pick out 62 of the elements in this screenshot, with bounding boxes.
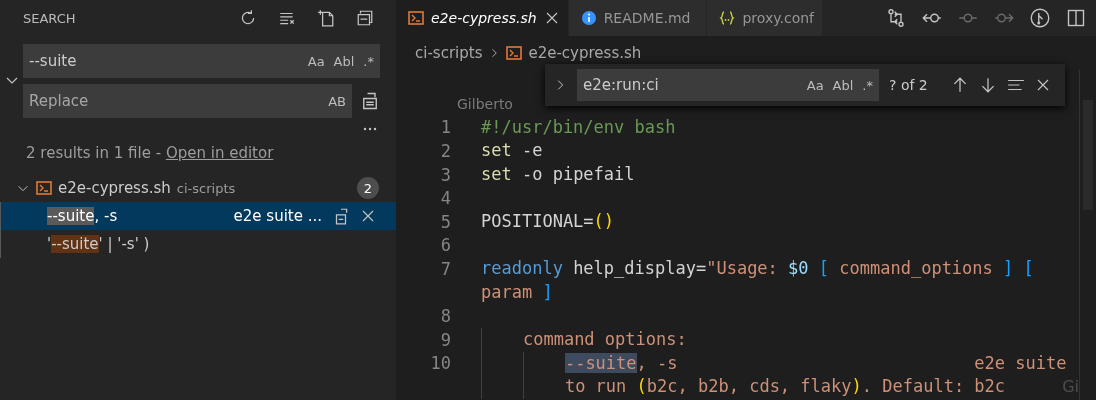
git-icon[interactable] [1030,8,1050,28]
arrow-down-icon[interactable] [979,76,997,94]
code-line: set -e [481,139,543,163]
refresh-icon[interactable] [239,9,257,27]
result-match-row[interactable]: '--suite' | '-s' ) [0,230,396,258]
line-number: 9 [439,329,451,350]
results-summary: 2 results in 1 file - [26,144,163,162]
new-file-icon[interactable] [317,9,335,27]
line-number: 4 [439,188,451,209]
braces-file-icon [719,10,736,26]
line-number: 8 [439,306,451,327]
line-number: 1 [439,117,451,138]
code-line: #!/usr/bin/env bash [481,115,676,139]
match-preview-text: e2e suite ... [233,207,322,225]
match-count-badge: 2 [357,177,379,199]
code-line: param ] [481,280,553,304]
code-line: command options: [481,327,687,352]
line-number: 6 [439,235,451,256]
panel-title: SEARCH [23,10,77,26]
editor-tab[interactable]: e2e-cypress.sh [396,0,569,36]
match-text: --suite, -s [47,207,118,225]
close-icon[interactable] [1035,77,1051,93]
match-text: '--suite' | '-s' ) [47,235,150,253]
code-line: --suite, -s e2e suite [481,351,1067,376]
open-in-editor-link[interactable]: Open in editor [165,144,274,162]
match-count: ? of 2 [889,77,928,93]
terminal-file-icon [36,180,52,196]
find-field[interactable]: e2e:run:ci Aa Abl .* [577,69,879,101]
editor-tab[interactable]: proxy.conf [707,0,824,36]
code-line: readonly help_display="Usage: $0 [ command_options ] [ [481,257,1034,281]
breadcrumb-item[interactable]: e2e-cypress.sh [528,44,642,62]
toggle-option[interactable]: AB [328,93,346,109]
info-icon [580,10,597,26]
search-field[interactable]: --suite Aa Abl .* [23,44,380,78]
code-line: POSITIONAL=() [481,209,615,233]
toggle-option[interactable]: Abl [832,77,854,93]
line-number: 10 [429,353,451,374]
split-editor-icon[interactable] [1066,8,1086,28]
toggle-option[interactable]: .* [363,53,374,69]
compare-changes-icon[interactable] [886,8,906,28]
terminal-file-icon [506,45,523,61]
code-line: set -o pipefail [481,162,635,186]
arrow-up-icon[interactable] [951,76,969,94]
breadcrumb-item[interactable]: ci-scripts [415,44,483,62]
editor-tab[interactable]: README.md [568,0,708,36]
line-number: 2 [439,141,451,161]
code-line: to run (b2c, b2b, cds, flaky). Default: b2c [481,375,1006,399]
result-match-row[interactable]: --suite, -s e2e suite ... [0,202,396,230]
toggle-option[interactable]: .* [862,77,873,93]
collapse-all-icon[interactable] [356,9,374,27]
close-icon[interactable] [360,208,376,224]
replace-field[interactable]: Replace AB [23,84,352,118]
terminal-file-icon [408,10,424,26]
blame-annotation: Gilberto [457,95,513,112]
toggle-option[interactable]: Aa [806,77,824,93]
toggle-option[interactable]: Abl [333,53,355,69]
line-number: 3 [439,164,451,185]
line-number: 7 [439,258,451,279]
line-number: 5 [439,211,451,232]
toggle-option[interactable]: Aa [307,53,325,69]
result-file-row[interactable]: e2e-cypress.sh ci-scripts 2 [0,174,396,202]
replace-all-icon[interactable] [360,91,380,111]
